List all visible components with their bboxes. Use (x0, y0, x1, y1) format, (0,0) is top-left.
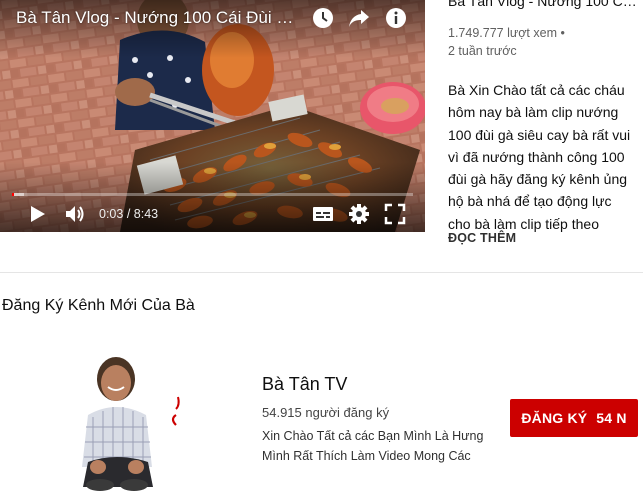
share-icon[interactable] (347, 6, 371, 30)
channel-avatar[interactable] (68, 347, 188, 497)
subscriber-count: 54.915 người đăng ký (262, 405, 390, 420)
progress-played (12, 193, 15, 196)
subscribe-count: 54 N (596, 410, 627, 426)
video-title[interactable]: Bà Tân Vlog - Nướng 100 Cái Đùi Gà Siêu … (16, 7, 306, 29)
view-count: 1.749.777 lượt xem • (448, 26, 565, 40)
video-side-title[interactable]: Bà Tân Vlog - Nướng 100 Cái Đùi Gà (448, 0, 638, 10)
time-display: 0:03 / 8:43 (99, 206, 158, 222)
progress-bar[interactable] (12, 193, 413, 196)
channel-name[interactable]: Bà Tân TV (262, 374, 347, 395)
video-description: Bà Xin Chào tất cả các cháu hôm nay bà l… (448, 82, 631, 232)
subscribe-label: ĐĂNG KÝ (521, 410, 588, 426)
time-separator: / (126, 207, 134, 221)
section-heading: Đăng Ký Kênh Mới Của Bà (2, 297, 195, 314)
gear-icon[interactable] (348, 203, 370, 225)
fullscreen-icon[interactable] (384, 203, 406, 225)
channel-description: Xin Chào Tất cả các Bạn Mình Là Hưng Mìn… (262, 429, 484, 463)
info-icon[interactable] (384, 6, 408, 30)
upload-date: 2 tuần trước (448, 44, 517, 58)
volume-icon[interactable] (64, 203, 86, 225)
video-player[interactable]: Bà Tân Vlog - Nướng 100 Cái Đùi Gà Siêu … (0, 0, 425, 232)
subscribe-button[interactable]: ĐĂNG KÝ 54 N (510, 399, 638, 437)
read-more-link[interactable]: ĐỌC THÊM (448, 231, 516, 245)
play-icon[interactable] (26, 203, 48, 225)
duration: 8:43 (133, 207, 159, 221)
current-time: 0:03 (99, 207, 124, 221)
view-count-text: 1.749.777 lượt xem (448, 26, 557, 40)
subtitles-icon[interactable] (312, 203, 334, 225)
clock-icon[interactable] (311, 6, 335, 30)
section-divider (0, 272, 643, 273)
